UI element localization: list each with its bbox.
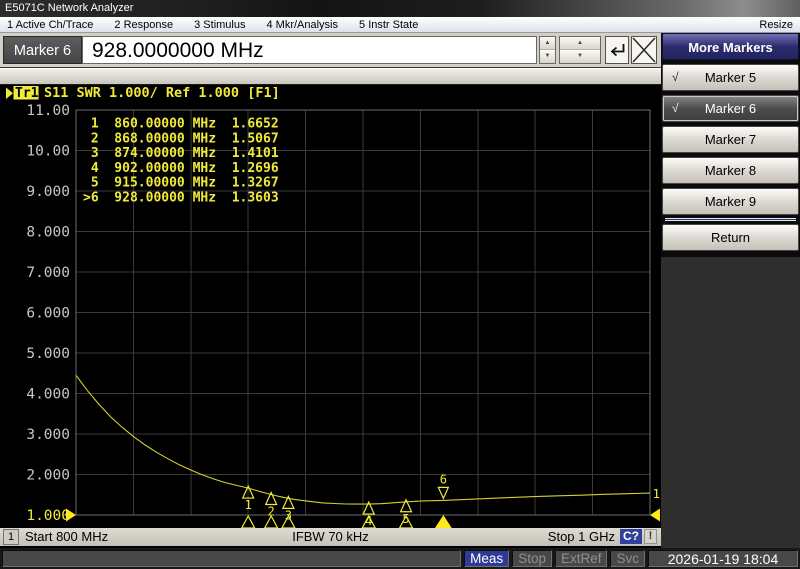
softkey-label: Marker 7 xyxy=(705,132,756,147)
marker-frequency-input[interactable]: 928.0000000 MHz xyxy=(82,36,537,64)
status-bar: MeasStopExtRefSvc 2026-01-19 18:04 xyxy=(0,548,800,569)
step-up-large-button[interactable]: ▲ xyxy=(560,37,600,51)
start-frequency-label: Start 800 MHz xyxy=(25,529,108,544)
ifbw-label: IFBW 70 kHz xyxy=(292,529,369,544)
status-indicator-meas: Meas xyxy=(464,550,509,567)
menu-1-active-ch-trace[interactable]: 1 Active Ch/Trace xyxy=(7,19,93,31)
marker-table-row: >6 928.00000 MHz 1.3603 xyxy=(83,190,279,205)
window-titlebar: E5071C Network Analyzer xyxy=(0,0,800,17)
plot-area[interactable]: 11.00 10.00 9.000 8.000 7.000 6.000 5.000 4.000… xyxy=(0,85,661,528)
close-icon xyxy=(632,37,656,63)
y-axis-tick-label: 10.00 xyxy=(26,144,70,160)
softkey-label: Marker 6 xyxy=(705,101,756,116)
y-axis-tick-label: 4.000 xyxy=(26,387,70,403)
y-axis-tick-label: 9.000 xyxy=(26,184,70,200)
menu-2-response[interactable]: 2 Response xyxy=(114,19,173,31)
marker-entry-bar: Marker 6 928.0000000 MHz ▲ ▼ ▲ ▼ xyxy=(0,33,661,68)
menu-bar: 1 Active Ch/Trace 2 Response 3 Stimulus 4 M… xyxy=(0,17,800,33)
step-down-large-button[interactable]: ▼ xyxy=(560,50,600,63)
softkey-marker-6[interactable]: √ Marker 6 xyxy=(662,95,799,122)
marker-1-label: 1 xyxy=(245,498,252,512)
coarse-stepper: ▲ ▼ xyxy=(559,36,601,64)
e5071c-screen: E5071C Network Analyzer 1 Active Ch/Trac… xyxy=(0,0,800,569)
status-datetime: 2026-01-19 18:04 xyxy=(648,550,798,567)
stop-frequency-label: Stop 1 GHz xyxy=(548,529,615,544)
step-up-small-button[interactable]: ▲ xyxy=(540,37,555,51)
status-indicator-extref: ExtRef xyxy=(555,550,608,567)
softkey-menu: More Markers √ Marker 5 √ Marker 6 Marker 7 M… xyxy=(661,33,800,548)
step-down-small-button[interactable]: ▼ xyxy=(540,50,555,63)
return-button[interactable]: Return xyxy=(662,224,799,251)
channel-window: 11.00 10.00 9.000 8.000 7.000 6.000 5.000 4.000… xyxy=(0,68,661,548)
softkey-marker-8[interactable]: Marker 8 xyxy=(662,157,799,184)
marker-table-row: 2 868.00000 MHz 1.5067 xyxy=(83,131,279,146)
warning-badge: ! xyxy=(644,529,657,544)
reference-level-right-arrow-icon xyxy=(650,509,660,522)
marker-table-row: 5 915.00000 MHz 1.3267 xyxy=(83,176,279,191)
softkey-marker-9[interactable]: Marker 9 xyxy=(662,188,799,215)
y-axis-tick-label: 2.000 xyxy=(26,468,70,484)
marker-table-row: 1 860.00000 MHz 1.6652 xyxy=(83,117,279,132)
fine-stepper: ▲ ▼ xyxy=(539,36,556,64)
y-axis-tick-label: 7.000 xyxy=(26,265,70,281)
active-trace-arrow-icon xyxy=(6,88,13,100)
status-message-field xyxy=(2,550,461,567)
window-title: E5071C Network Analyzer xyxy=(5,2,133,14)
status-indicator-svc: Svc xyxy=(610,550,645,567)
marker-1-stimulus-icon xyxy=(242,516,255,528)
y-axis-tick-label: 6.000 xyxy=(26,306,70,322)
y-axis-tick-label: 5.000 xyxy=(26,346,70,362)
close-entry-button[interactable] xyxy=(631,36,657,64)
y-axis-tick-label: 11.00 xyxy=(26,103,70,119)
menu-5-instr-state[interactable]: 5 Instr State xyxy=(359,19,418,31)
softkey-stack: More Markers √ Marker 5 √ Marker 6 Marker 7 M… xyxy=(661,33,800,257)
correction-status-badge: C? xyxy=(620,529,642,544)
y-axis-tick-label: 8.000 xyxy=(26,225,70,241)
marker-table-row: 4 902.00000 MHz 1.2696 xyxy=(83,161,279,176)
menu-3-stimulus[interactable]: 3 Stimulus xyxy=(194,19,245,31)
marker-table-row: 3 874.00000 MHz 1.4101 xyxy=(83,146,279,161)
status-indicator-stop: Stop xyxy=(512,550,552,567)
marker-5-label: 5 xyxy=(402,512,409,526)
entry-label: Marker 6 xyxy=(3,36,82,64)
menu-items: 1 Active Ch/Trace 2 Response 3 Stimulus 4 M… xyxy=(7,19,418,31)
trace-badge: Tr1 xyxy=(15,86,39,101)
softkey-label: Marker 8 xyxy=(705,163,756,178)
softkey-menu-title: More Markers xyxy=(662,33,799,60)
y-axis-tick-label: 3.000 xyxy=(26,427,70,443)
menu-resize[interactable]: Resize xyxy=(759,19,793,31)
menu-4-mkr-analysis[interactable]: 4 Mkr/Analysis xyxy=(266,19,338,31)
softkey-marker-5[interactable]: √ Marker 5 xyxy=(662,64,799,91)
softkey-separator xyxy=(665,219,796,220)
softkey-marker-7[interactable]: Marker 7 xyxy=(662,126,799,153)
channel-footer: 1 Start 800 MHz IFBW 70 kHz Stop 1 GHz C… xyxy=(0,528,661,546)
channel-number-badge: 1 xyxy=(3,529,19,545)
softkey-label: Marker 9 xyxy=(705,194,756,209)
enter-icon xyxy=(608,42,626,58)
active-marker-6-label: 6 xyxy=(440,472,447,486)
check-icon: √ xyxy=(672,96,679,120)
arrow-down-icon: ▼ xyxy=(545,53,551,59)
enter-button[interactable] xyxy=(605,36,629,64)
trace-end-number: 1 xyxy=(653,486,661,501)
y-axis-tick-label: 1.000 xyxy=(26,508,70,524)
reference-level-left-arrow-icon xyxy=(66,509,76,522)
active-marker-stimulus-icon[interactable] xyxy=(434,515,452,528)
arrow-up-icon: ▲ xyxy=(577,40,583,46)
active-marker-6-icon xyxy=(438,487,448,498)
check-icon: √ xyxy=(672,65,679,89)
channel-top-strip xyxy=(0,68,661,85)
arrow-down-icon: ▼ xyxy=(577,53,583,59)
trace-title: S11 SWR 1.000/ Ref 1.000 [F1] xyxy=(44,85,280,101)
softkey-label: Marker 5 xyxy=(705,70,756,85)
arrow-up-icon: ▲ xyxy=(545,40,551,46)
